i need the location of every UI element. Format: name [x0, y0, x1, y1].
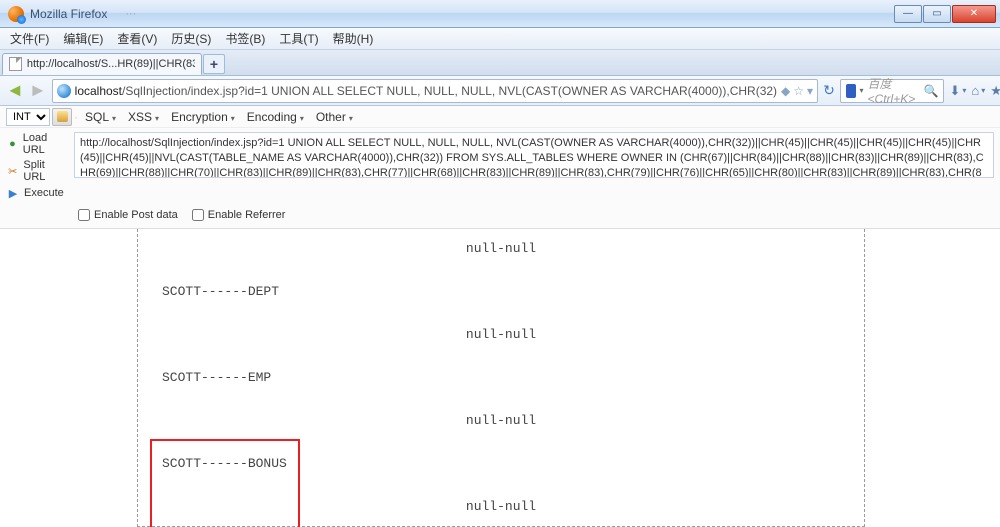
null-row: null-null — [138, 413, 864, 428]
search-dropdown-icon[interactable]: ▾ — [860, 86, 864, 95]
table-row: SCOTT------BONUS — [162, 456, 864, 471]
bookmarks-button[interactable]: ★ — [990, 82, 1000, 100]
home-button[interactable]: ⌂ — [971, 82, 985, 100]
hb-actions: ●Load URL ✂Split URL ▶Execute — [6, 132, 68, 200]
result-table: null-null SCOTT------DEPT null-null SCOT… — [137, 229, 865, 527]
menu-bookmarks[interactable]: 书签(B) — [219, 28, 271, 49]
execute-icon: ▶ — [6, 186, 20, 200]
hb-enable-referrer[interactable]: Enable Referrer — [192, 209, 286, 221]
hb-ref-checkbox[interactable] — [192, 209, 204, 221]
search-icon[interactable]: 🔍 — [924, 84, 939, 98]
title-faded: ··· — [125, 8, 136, 20]
hb-load-url[interactable]: ●Load URL — [6, 132, 68, 156]
table-row: SCOTT------EMP — [162, 370, 864, 385]
tab-strip: http://localhost/S...HR(89)||CHR(83))-- … — [0, 50, 1000, 76]
menu-help[interactable]: 帮助(H) — [327, 28, 380, 49]
arrow-left-icon: ◄ — [6, 80, 24, 101]
hb-menu-other[interactable]: Other — [311, 108, 358, 126]
hb-type-select[interactable]: INT — [6, 108, 50, 126]
new-tab-button[interactable]: + — [203, 54, 225, 74]
hb-db-button[interactable] — [52, 108, 72, 126]
arrow-right-icon: ► — [29, 80, 47, 101]
downloads-button[interactable]: ⬇ — [949, 82, 966, 100]
dropdown-icon[interactable]: ▾ — [807, 84, 813, 98]
hb-split-url[interactable]: ✂Split URL — [6, 159, 68, 183]
split-icon: ✂ — [6, 164, 19, 178]
minimize-button[interactable]: — — [894, 5, 922, 23]
menu-file[interactable]: 文件(F) — [4, 28, 55, 49]
load-icon: ● — [6, 137, 19, 151]
search-input[interactable]: ▾ 百度 <Ctrl+K> 🔍 — [840, 79, 945, 103]
maximize-button[interactable]: ▭ — [923, 5, 951, 23]
tab-active[interactable]: http://localhost/S...HR(89)||CHR(83))-- — [2, 53, 202, 75]
page-content: null-null SCOTT------DEPT null-null SCOT… — [0, 229, 1000, 527]
hb-post-checkbox[interactable] — [78, 209, 90, 221]
baidu-icon — [846, 84, 856, 98]
firefox-icon — [8, 6, 24, 22]
bookmark-star-icon[interactable]: ☆ — [793, 84, 804, 98]
table-row: SCOTT------DEPT — [162, 284, 864, 299]
navigation-bar: ◄ ► localhost/SqlInjection/index.jsp?id=… — [0, 76, 1000, 106]
null-row: null-null — [138, 327, 864, 342]
null-row: null-null — [138, 241, 864, 256]
hb-enable-post[interactable]: Enable Post data — [78, 209, 178, 221]
null-row: null-null — [138, 499, 864, 514]
menu-tools[interactable]: 工具(T) — [273, 28, 324, 49]
hb-url-textarea[interactable]: http://localhost/SqlInjection/index.jsp?… — [74, 132, 994, 178]
hb-execute[interactable]: ▶Execute — [6, 186, 68, 200]
url-input[interactable]: localhost/SqlInjection/index.jsp?id=1 UN… — [52, 79, 818, 103]
tab-label: http://localhost/S...HR(89)||CHR(83))-- — [27, 58, 195, 70]
forward-button[interactable]: ► — [29, 79, 47, 103]
back-button[interactable]: ◄ — [6, 79, 24, 103]
menu-history[interactable]: 历史(S) — [165, 28, 217, 49]
globe-icon — [57, 84, 71, 98]
hackbar-panel: INT · SQL XSS Encryption Encoding Other … — [0, 106, 1000, 229]
page-icon — [9, 57, 22, 71]
feed-icon[interactable]: ◆ — [781, 84, 790, 98]
window-title: Mozilla Firefox — [30, 7, 107, 21]
menu-edit[interactable]: 编辑(E) — [57, 28, 109, 49]
close-button[interactable]: ✕ — [952, 5, 996, 23]
url-text: localhost/SqlInjection/index.jsp?id=1 UN… — [75, 84, 777, 98]
database-icon — [57, 111, 68, 122]
hb-menu-sql[interactable]: SQL — [80, 108, 121, 126]
hb-menu-encoding[interactable]: Encoding — [242, 108, 309, 126]
reload-button[interactable]: ↻ — [823, 82, 835, 99]
search-placeholder: 百度 <Ctrl+K> — [868, 75, 920, 106]
hb-menu-xss[interactable]: XSS — [123, 108, 164, 126]
menubar: 文件(F) 编辑(E) 查看(V) 历史(S) 书签(B) 工具(T) 帮助(H… — [0, 28, 1000, 50]
window-titlebar: Mozilla Firefox ··· — ▭ ✕ — [0, 0, 1000, 28]
menu-view[interactable]: 查看(V) — [111, 28, 163, 49]
hb-menu-encryption[interactable]: Encryption — [166, 108, 240, 126]
hackbar-toolbar: INT · SQL XSS Encryption Encoding Other — [0, 106, 1000, 128]
